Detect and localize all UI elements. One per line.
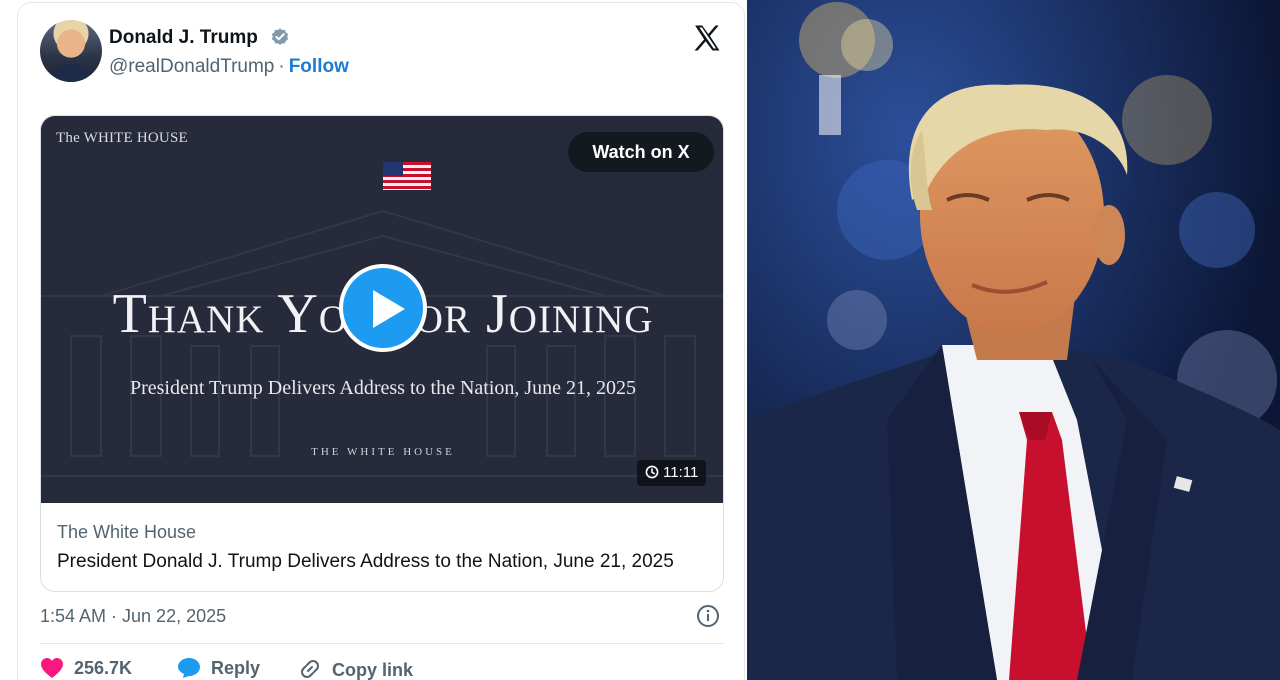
video-subtitle: President Trump Delivers Address to the …	[129, 377, 637, 399]
watch-on-x-button[interactable]: Watch on X	[568, 132, 714, 172]
white-house-logo: The WHITE HOUSE	[56, 130, 188, 146]
video-player[interactable]: The WHITE HOUSE Watch on X Thank You for…	[41, 116, 723, 503]
user-handle[interactable]: @realDonaldTrump	[109, 56, 274, 77]
duration-text: 11:11	[663, 464, 699, 481]
heart-icon	[41, 658, 63, 678]
reply-bubble-icon	[178, 658, 200, 678]
video-footer: THE WHITE HOUSE	[311, 446, 455, 458]
clock-icon	[645, 465, 659, 479]
like-button[interactable]: 256.7K	[40, 657, 132, 680]
media-card[interactable]: The WHITE HOUSE Watch on X Thank You for…	[40, 115, 724, 592]
copy-link-button[interactable]: Copy link	[298, 657, 413, 680]
follow-button[interactable]: Follow	[289, 56, 349, 77]
portrait-illustration	[747, 0, 1280, 680]
verified-badge-icon	[271, 28, 289, 45]
media-source: The White House	[57, 522, 197, 542]
action-bar: 256.7K Reply Copy link	[40, 657, 740, 680]
tweet-timestamp[interactable]: 1:54 AM · Jun 22, 2025	[40, 606, 226, 627]
portrait-photo	[747, 0, 1280, 680]
tweet-panel: Donald J. Trump @realDonaldTrump · Follow	[0, 0, 747, 680]
divider	[40, 643, 724, 644]
avatar[interactable]	[40, 20, 102, 82]
link-icon	[301, 660, 319, 678]
x-logo-icon[interactable]	[692, 23, 722, 53]
flag-icon	[383, 162, 431, 190]
video-duration: 11:11	[637, 460, 707, 486]
reply-label: Reply	[211, 658, 261, 678]
like-count: 256.7K	[74, 658, 133, 678]
user-name[interactable]: Donald J. Trump	[109, 27, 258, 49]
info-icon[interactable]	[696, 604, 720, 628]
handle-row: @realDonaldTrump · Follow	[109, 56, 349, 78]
play-icon	[373, 290, 405, 328]
media-caption[interactable]: President Donald J. Trump Delivers Addre…	[57, 551, 674, 573]
reply-button[interactable]: Reply	[177, 657, 260, 680]
tweet-card: Donald J. Trump @realDonaldTrump · Follow	[17, 2, 745, 680]
copy-link-label: Copy link	[332, 660, 414, 680]
play-button[interactable]	[339, 264, 427, 352]
separator-dot: ·	[278, 56, 285, 77]
